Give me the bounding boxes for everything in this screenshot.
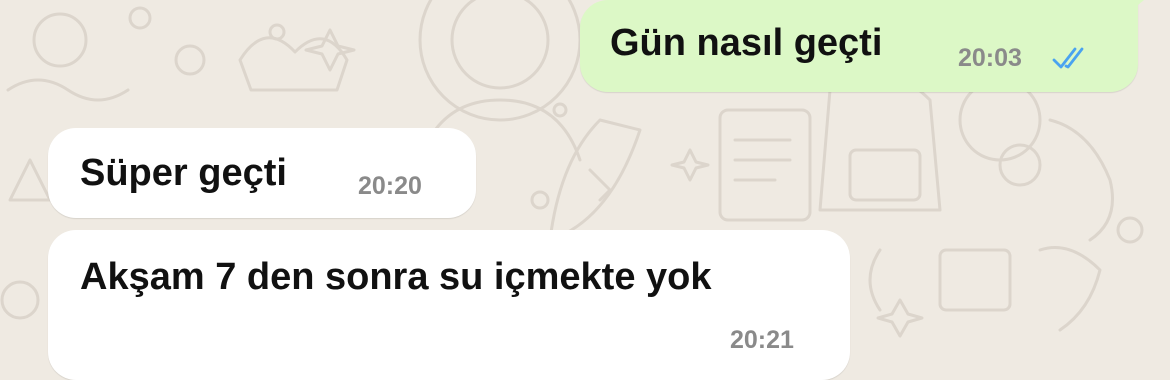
- message-text: Gün nasıl geçti: [610, 22, 883, 64]
- message-text: Akşam 7 den sonra su içmekte yok: [80, 256, 712, 298]
- outgoing-message-bubble[interactable]: Gün nasıl geçti 20:03: [580, 0, 1138, 92]
- message-timestamp: 20:20: [358, 172, 422, 200]
- message-timestamp: 20:21: [730, 326, 794, 354]
- double-check-icon: [1052, 47, 1084, 69]
- incoming-message-bubble[interactable]: Süper geçti 20:20: [48, 128, 476, 218]
- message-timestamp: 20:03: [958, 44, 1022, 72]
- bubble-tail-icon: [1120, 0, 1144, 20]
- message-text: Süper geçti: [80, 152, 287, 194]
- incoming-message-bubble[interactable]: Akşam 7 den sonra su içmekte yok 20:21: [48, 230, 850, 380]
